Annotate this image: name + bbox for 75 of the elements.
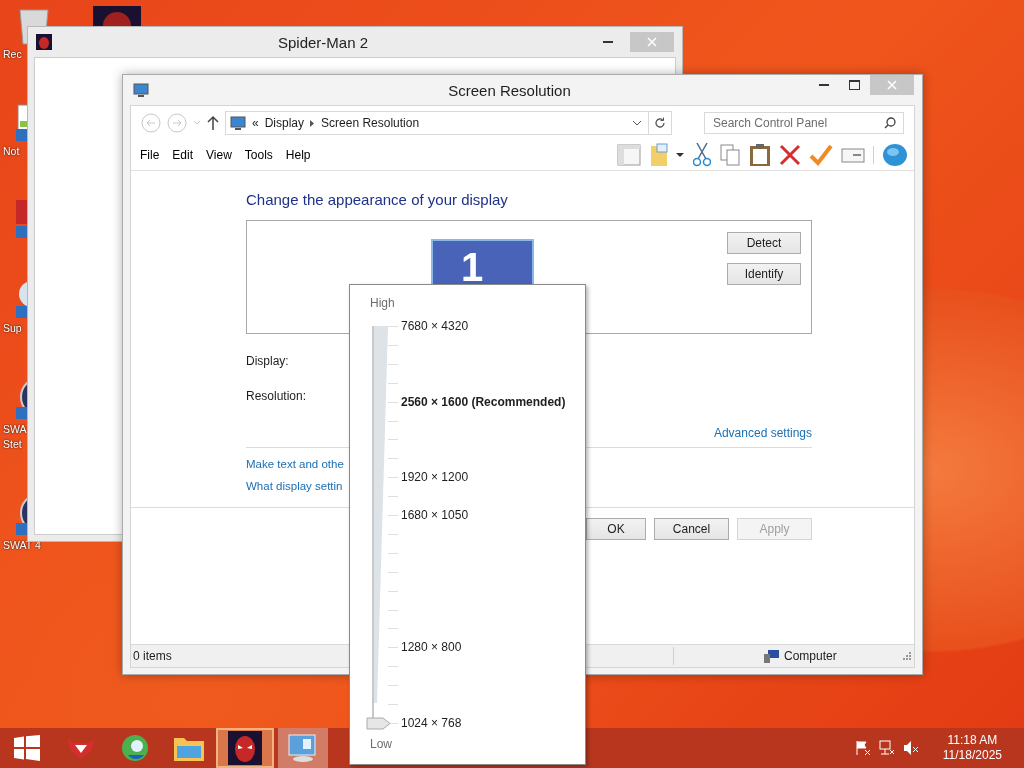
clock[interactable]: 11:18 AM 11/18/2025 bbox=[942, 733, 1002, 763]
display-settings-icon bbox=[133, 82, 149, 98]
menu-item[interactable]: Edit bbox=[172, 148, 202, 162]
minimize-icon bbox=[819, 84, 829, 86]
resolution-option[interactable]: 1024 × 768 bbox=[401, 716, 462, 730]
flag-icon[interactable] bbox=[854, 740, 871, 756]
resolution-option[interactable]: 1280 × 800 bbox=[401, 640, 462, 655]
search-field[interactable]: Search Control Panel bbox=[704, 112, 904, 134]
page-heading: Change the appearance of your display bbox=[246, 191, 509, 208]
desktop-icon-label[interactable]: SWAT 4 bbox=[3, 539, 41, 552]
help-link[interactable]: Make text and othe bbox=[246, 458, 344, 470]
display-settings-icon bbox=[230, 115, 246, 131]
globe-icon bbox=[120, 733, 150, 763]
spider-mask-icon bbox=[36, 34, 52, 50]
menu-item[interactable]: Tools bbox=[244, 148, 281, 162]
breadcrumb-overflow[interactable]: « bbox=[252, 116, 259, 130]
card-icon[interactable] bbox=[841, 146, 865, 164]
spider-mask-icon bbox=[228, 731, 262, 765]
computer-icon bbox=[764, 649, 780, 663]
minimize-icon bbox=[603, 41, 613, 43]
help-link[interactable]: What display settin bbox=[246, 480, 343, 492]
desktop-icon-label[interactable]: Sup bbox=[3, 322, 22, 335]
mute-icon[interactable] bbox=[902, 740, 919, 756]
desktop-icon-label[interactable]: SWA bbox=[3, 423, 27, 436]
status-text: 0 items bbox=[133, 649, 173, 663]
spider-mask-icon bbox=[93, 6, 141, 26]
close-icon bbox=[887, 80, 897, 90]
low-label: Low bbox=[370, 737, 392, 751]
display-settings-icon bbox=[287, 733, 319, 763]
field-label: Resolution: bbox=[246, 389, 307, 404]
resolution-option[interactable]: 7680 × 4320 bbox=[401, 319, 469, 333]
shortcut-icon bbox=[16, 200, 27, 238]
breadcrumb-item[interactable]: Screen Resolution bbox=[321, 116, 420, 130]
desktop-icon-label[interactable]: Not bbox=[3, 145, 20, 158]
resize-grip-icon[interactable] bbox=[903, 652, 911, 660]
network-icon[interactable] bbox=[878, 740, 895, 756]
field-label: Display: bbox=[246, 354, 289, 369]
monitor-number: 1 bbox=[461, 247, 484, 287]
slider-thumb[interactable] bbox=[366, 717, 392, 730]
checkmark-icon[interactable] bbox=[809, 144, 833, 166]
chevron-icon bbox=[310, 119, 316, 127]
high-label: High bbox=[370, 296, 395, 310]
menu-item[interactable]: File bbox=[140, 148, 168, 162]
taskbar-button[interactable] bbox=[216, 728, 274, 768]
folder-icon[interactable] bbox=[649, 143, 685, 167]
resolution-option[interactable]: 1680 × 1050 bbox=[401, 508, 469, 523]
dialog-button[interactable]: Cancel bbox=[654, 518, 729, 540]
action-button[interactable]: Detect bbox=[727, 232, 801, 254]
clock-date: 11/18/2025 bbox=[942, 748, 1002, 763]
window-title: Screen Resolution bbox=[447, 81, 572, 99]
chevron-down-icon[interactable] bbox=[632, 120, 642, 126]
menu-item[interactable]: Help bbox=[285, 148, 319, 162]
scissors-icon[interactable] bbox=[693, 143, 711, 167]
menu-item[interactable]: View bbox=[206, 148, 240, 162]
refresh-icon[interactable] bbox=[654, 117, 666, 129]
up-button[interactable] bbox=[207, 115, 219, 131]
clock-time: 11:18 AM bbox=[947, 733, 998, 748]
close-icon bbox=[647, 37, 657, 47]
globe-icon[interactable] bbox=[882, 143, 908, 167]
resolution-option[interactable]: 1920 × 1200 bbox=[401, 470, 469, 485]
clipboard-icon[interactable] bbox=[749, 143, 771, 167]
resolution-option[interactable]: 2560 × 1600 (Recommended) bbox=[401, 394, 566, 409]
desktop-icon-label[interactable]: Stet bbox=[3, 438, 22, 451]
window-title: Spider-Man 2 bbox=[276, 33, 369, 51]
status-location: Computer bbox=[784, 649, 837, 663]
search-icon bbox=[884, 117, 896, 129]
breadcrumb-item[interactable]: Display bbox=[264, 116, 305, 130]
desktop-icon-label[interactable]: Rec bbox=[3, 48, 22, 61]
windows-logo-icon bbox=[14, 735, 40, 761]
address-bar[interactable]: « Display Screen Resolution bbox=[225, 111, 672, 135]
delete-icon[interactable] bbox=[779, 144, 801, 166]
advanced-settings-link[interactable]: Advanced settings bbox=[713, 426, 812, 440]
maximize-icon bbox=[848, 80, 860, 90]
action-button[interactable]: Identify bbox=[727, 263, 801, 285]
dialog-button[interactable]: OK bbox=[586, 518, 646, 540]
